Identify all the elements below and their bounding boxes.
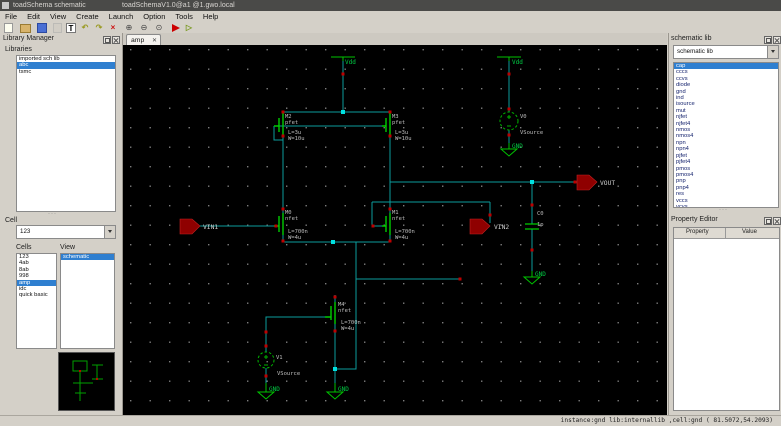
- menu-help[interactable]: Help: [198, 11, 223, 22]
- schematic-drawing[interactable]: Vdd Vdd GND GND GND GND M2 pfet L=3u W=1…: [123, 45, 667, 415]
- gnd-label: GND: [535, 271, 546, 278]
- menu-view[interactable]: View: [45, 11, 71, 22]
- application-window: toadSchema schematic toadSchemaV1.0@a1 @…: [0, 0, 781, 426]
- menu-tools[interactable]: Tools: [170, 11, 198, 22]
- new-file-icon[interactable]: [4, 23, 13, 33]
- window-subtitle: toadSchemaV1.0@a1 @1.gwo.local: [122, 0, 235, 11]
- view-label: View: [60, 244, 75, 251]
- splitter-grip[interactable]: ···: [48, 211, 57, 217]
- column-divider[interactable]: [725, 228, 726, 238]
- dock-icon[interactable]: [103, 36, 111, 44]
- device-param: W=4u: [288, 235, 301, 241]
- open-folder-icon[interactable]: [20, 24, 31, 33]
- zoom-out-icon[interactable]: ⊖: [139, 23, 149, 32]
- property-editor-title: Property Editor: [671, 216, 718, 223]
- tab-label: amp: [131, 37, 144, 44]
- dock-icon[interactable]: [764, 217, 772, 225]
- menu-option[interactable]: Option: [138, 11, 170, 22]
- device-model: nfet: [338, 308, 351, 314]
- menu-edit[interactable]: Edit: [22, 11, 45, 22]
- source-name: V1: [276, 355, 283, 361]
- device-param: W=4u: [341, 326, 354, 332]
- device-param: W=10u: [288, 136, 305, 142]
- redo-icon[interactable]: ↷: [94, 23, 104, 32]
- dock-icon[interactable]: [764, 36, 772, 44]
- schematic-lib-list[interactable]: cap cccs ccvs diode gnd ind isource mut …: [673, 62, 779, 208]
- menu-launch[interactable]: Launch: [104, 11, 139, 22]
- property-table-header: Property Value: [674, 228, 779, 239]
- device-model: nfet: [392, 216, 405, 222]
- port-label-vin2: VIN2: [494, 224, 509, 231]
- delete-icon[interactable]: ×: [108, 23, 118, 32]
- vdd-label: Vdd: [345, 59, 356, 66]
- close-icon[interactable]: [773, 36, 781, 44]
- device-model: nfet: [285, 216, 298, 222]
- app-icon: [2, 2, 9, 9]
- source-name: V0: [520, 114, 527, 120]
- schematic-lib-title: schematic lib: [671, 35, 711, 42]
- paste-icon[interactable]: [53, 23, 62, 33]
- gnd-label: GND: [338, 386, 349, 393]
- chevron-down-icon[interactable]: [104, 226, 115, 238]
- undo-icon[interactable]: ↶: [80, 23, 90, 32]
- list-item[interactable]: schematic: [61, 254, 114, 260]
- device-model: pfet: [392, 120, 405, 126]
- close-icon[interactable]: [773, 217, 781, 225]
- cell-combobox-value: 123: [20, 227, 30, 237]
- cell-label: Cell: [5, 217, 17, 224]
- menu-file[interactable]: File: [0, 11, 22, 22]
- tab-close-icon[interactable]: ✕: [152, 37, 157, 44]
- menu-create[interactable]: Create: [71, 11, 104, 22]
- property-editor-panel: Property Editor Property Value: [668, 213, 781, 415]
- port-label-vin1: VIN1: [203, 224, 218, 231]
- libraries-list[interactable]: imported sch lib abc tsmc: [16, 55, 116, 212]
- status-text: instance:gnd lib:internallib ,cell:gnd (…: [561, 417, 773, 424]
- column-header-property[interactable]: Property: [686, 229, 709, 235]
- capacitor-value: 1p: [537, 222, 544, 228]
- title-bar: toadSchema schematic toadSchemaV1.0@a1 @…: [0, 0, 781, 11]
- device-param: W=10u: [395, 136, 412, 142]
- simulate-icon[interactable]: ▷: [184, 23, 194, 32]
- cells-label: Cells: [16, 244, 32, 251]
- gnd-label: GND: [512, 143, 523, 150]
- cells-list[interactable]: 123 4ab 8ab 998 amp idc quick basic: [16, 253, 57, 349]
- netlist-run-icon[interactable]: [172, 24, 180, 32]
- list-item[interactable]: tsmc: [17, 69, 115, 75]
- save-icon[interactable]: [37, 23, 47, 33]
- vdd-label: Vdd: [512, 59, 523, 66]
- schematic-lib-panel: schematic lib schematic lib cap cccs ccv…: [668, 33, 781, 213]
- preview-drawing: [59, 353, 114, 410]
- zoom-fit-icon[interactable]: ⊙: [154, 23, 164, 32]
- cell-preview-thumbnail: [58, 352, 115, 411]
- column-header-value[interactable]: Value: [742, 229, 757, 235]
- libraries-label: Libraries: [5, 46, 32, 53]
- device-model: pfet: [285, 120, 298, 126]
- chevron-down-icon[interactable]: [767, 46, 778, 58]
- device-param: W=4u: [395, 235, 408, 241]
- window-title: toadSchema schematic: [13, 0, 86, 11]
- port-label-vout: VOUT: [600, 180, 615, 187]
- library-manager-title: Library Manager: [3, 35, 54, 42]
- close-icon[interactable]: [112, 36, 120, 44]
- source-model: VSource: [520, 130, 543, 136]
- list-item[interactable]: quick basic: [17, 292, 56, 298]
- schematic-canvas[interactable]: Vdd Vdd GND GND GND GND M2 pfet L=3u W=1…: [123, 45, 667, 415]
- toolbar: T ↶ ↷ × ⊕ ⊖ ⊙ ▷: [0, 22, 781, 33]
- capacitor-name: C0: [537, 211, 544, 217]
- source-model: VSource: [277, 371, 300, 377]
- gnd-label: GND: [269, 386, 280, 393]
- views-list[interactable]: schematic: [60, 253, 115, 349]
- zoom-in-icon[interactable]: ⊕: [124, 23, 134, 32]
- library-manager-panel: Library Manager Libraries imported sch l…: [0, 33, 123, 415]
- cell-combobox[interactable]: 123: [16, 225, 116, 239]
- text-tool-icon[interactable]: T: [66, 23, 76, 33]
- schematic-lib-combobox[interactable]: schematic lib: [673, 45, 779, 59]
- property-table: Property Value: [673, 227, 780, 411]
- status-bar: instance:gnd lib:internallib ,cell:gnd (…: [0, 415, 781, 426]
- schematic-lib-combobox-value: schematic lib: [677, 47, 713, 57]
